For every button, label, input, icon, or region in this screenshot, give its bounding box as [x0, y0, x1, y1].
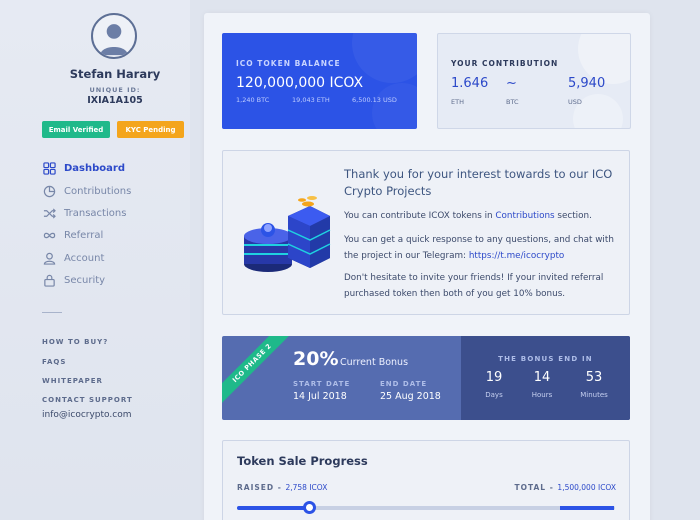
- nav-item-transactions[interactable]: Transactions: [42, 204, 126, 222]
- countdown-days-unit: Days: [485, 391, 503, 399]
- how-to-buy-link[interactable]: HOW TO BUY?: [42, 338, 108, 346]
- progress-title: Token Sale Progress: [237, 454, 368, 468]
- nav-item-contributions[interactable]: Contributions: [42, 182, 131, 200]
- info-paragraph-contribute: You can contribute ICOX tokens in Contri…: [344, 208, 624, 224]
- info-text: section.: [554, 211, 592, 221]
- whitepaper-link[interactable]: WHITEPAPER: [42, 377, 103, 385]
- raised-amount: RAISED - 2,758 ICOX: [237, 483, 327, 492]
- contribution-usd-unit: USD: [568, 98, 582, 106]
- nav-label-contributions: Contributions: [64, 185, 132, 197]
- nav-label-dashboard: Dashboard: [64, 162, 125, 174]
- progress-knob[interactable]: [303, 501, 316, 514]
- raised-value: 2,758 ICOX: [285, 483, 328, 492]
- countdown-days-value: 19: [485, 370, 503, 385]
- total-label: TOTAL -: [514, 483, 558, 492]
- user-name: Stefan Harary: [69, 67, 161, 81]
- user-avatar[interactable]: [91, 13, 137, 59]
- countdown-minutes-value: 53: [585, 370, 603, 385]
- dashboard-icon: [42, 161, 56, 175]
- email-verified-badge: Email Verified: [42, 121, 110, 138]
- total-value: 1,500,000 ICOX: [557, 483, 616, 492]
- token-balance-card: ICO TOKEN BALANCE 120,000,000 ICOX 1,240…: [222, 33, 417, 129]
- bonus-card: ICO PHASE 2: [222, 336, 630, 420]
- shuffle-icon: [42, 206, 56, 220]
- info-paragraph-referral: Don't hesitate to invite your friends! I…: [344, 273, 604, 299]
- unique-id-label: UNIQUE ID:: [89, 86, 141, 94]
- lock-icon: [42, 273, 56, 287]
- end-date-label: END DATE: [380, 380, 428, 388]
- total-amount: TOTAL - 1,500,000 ICOX: [514, 483, 616, 492]
- contribution-btc-unit: BTC: [506, 98, 519, 106]
- raised-label: RAISED -: [237, 483, 286, 492]
- sidebar-divider: [42, 312, 62, 313]
- token-balance-value: 120,000,000 ICOX: [236, 75, 364, 91]
- countdown-minutes-unit: Minutes: [580, 391, 608, 399]
- contribution-btc-value: ~: [506, 76, 517, 91]
- balance-eth: 19,043 ETH: [292, 96, 330, 104]
- ico-phase-ribbon: ICO PHASE 2: [222, 336, 300, 411]
- faqs-link[interactable]: FAQS: [42, 358, 66, 366]
- end-date-value: 25 Aug 2018: [380, 391, 441, 402]
- info-title: Thank you for your interest towards to o…: [344, 167, 613, 198]
- nav-item-dashboard[interactable]: Dashboard: [42, 159, 125, 177]
- user-silhouette-icon: [100, 24, 128, 56]
- telegram-link[interactable]: https://t.me/icocrypto: [469, 251, 564, 261]
- countdown-hours-value: 14: [533, 370, 551, 385]
- contributions-link[interactable]: Contributions: [495, 211, 554, 221]
- progress-fill: [237, 506, 309, 510]
- progress-target-marker: [560, 506, 614, 510]
- contribution-label: YOUR CONTRIBUTION: [451, 59, 559, 68]
- kyc-pending-badge[interactable]: KYC Pending: [117, 121, 184, 138]
- nav-label-transactions: Transactions: [64, 207, 127, 219]
- user-icon: [42, 251, 56, 265]
- unique-id-value: IXIA1A105: [87, 95, 143, 106]
- infinity-icon: [42, 228, 56, 242]
- nav-label-referral: Referral: [64, 229, 104, 241]
- nav-item-security[interactable]: Security: [42, 271, 105, 289]
- contribution-card: YOUR CONTRIBUTION 1.646 ~ 5,940 ETH BTC …: [437, 33, 631, 129]
- crypto-illustration: [244, 196, 331, 272]
- support-email[interactable]: info@icocrypto.com: [42, 410, 131, 420]
- contribution-eth-unit: ETH: [451, 98, 464, 106]
- start-date-value: 14 Jul 2018: [293, 391, 347, 402]
- countdown-title: THE BONUS END IN: [498, 355, 593, 363]
- bonus-label: Current Bonus: [340, 357, 409, 368]
- nav-item-account[interactable]: Account: [42, 249, 104, 267]
- contribution-usd-value: 5,940: [568, 76, 606, 91]
- balance-btc: 1,240 BTC: [236, 96, 270, 104]
- start-date-label: START DATE: [293, 380, 351, 388]
- contribution-eth-value: 1.646: [451, 76, 489, 91]
- contact-support-link[interactable]: CONTACT SUPPORT: [42, 396, 133, 404]
- pie-chart-icon: [42, 184, 56, 198]
- info-text: You can contribute ICOX tokens in: [344, 211, 496, 221]
- token-balance-label: ICO TOKEN BALANCE: [236, 59, 341, 68]
- countdown-hours-unit: Hours: [531, 391, 553, 399]
- balance-usd: 6,500.13 USD: [352, 96, 397, 104]
- nav-label-account: Account: [64, 252, 105, 264]
- info-paragraph-telegram: You can get a quick response to any ques…: [344, 232, 624, 264]
- nav-item-referral[interactable]: Referral: [42, 226, 103, 244]
- bonus-percent: 20%: [293, 348, 339, 370]
- nav-label-security: Security: [64, 274, 106, 286]
